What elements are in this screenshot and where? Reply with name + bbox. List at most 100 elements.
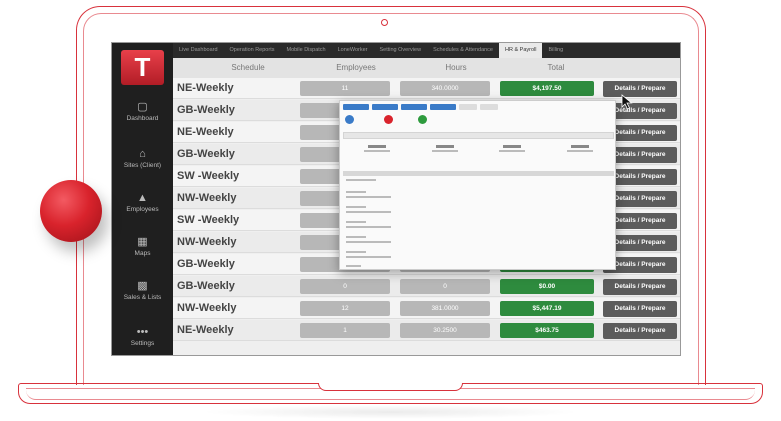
sidebar-item-dashboard[interactable]: ▢ Dashboard [112,100,173,140]
mouse-cursor-icon [621,94,633,110]
header-total: Total [547,63,565,72]
popup-toolbar-button[interactable] [401,104,427,110]
sidebar-item-label: Sites (Client) [123,162,162,169]
tab-hr-payroll[interactable]: HR & Payroll [499,43,543,58]
top-tab-bar: Live Dashboard Operation Reports Mobile … [173,43,680,58]
popup-line [346,221,366,223]
schedule-name: NW-Weekly [177,192,237,204]
tab-operation-reports[interactable]: Operation Reports [224,43,281,58]
tab-loneworker[interactable]: LoneWorker [332,43,374,58]
popup-toolbar-button[interactable] [480,104,498,110]
schedule-name: GB-Weekly [177,280,235,292]
header-schedule: Schedule [231,63,265,72]
popup-stats [343,141,614,161]
details-prepare-button[interactable]: Details / Prepare [603,279,677,295]
person-icon: ▲ [137,192,148,204]
table-row: NE-Weekly 1 30.2500 $463.75 Details / Prepar… [173,320,680,341]
employees-cell: 0 [300,279,390,294]
header-hours: Hours [445,63,467,72]
tab-schedules-attendance[interactable]: Schedules & Attendance [427,43,499,58]
employees-cell: 1 [300,323,390,338]
sidebar-item-sites[interactable]: ⌂ Sites (Client) [112,147,173,187]
total-cell: $5,447.19 [500,301,594,316]
popup-line [346,265,361,267]
popup-line [346,236,366,238]
tab-live-dashboard[interactable]: Live Dashboard [173,43,224,58]
popup-line [346,191,366,193]
tab-billing[interactable]: Billing [542,43,569,58]
schedule-name: SW -Weekly [177,214,240,226]
sidebar: T ▢ Dashboard ⌂ Sites (Client) ▲ Employe… [112,43,173,355]
sidebar-item-label: Dashboard [126,115,159,122]
popup-line [346,206,366,208]
popup-toolbar-button[interactable] [430,104,456,110]
schedule-name: GB-Weekly [177,258,235,270]
schedule-name: SW -Weekly [177,170,240,182]
hours-cell: 340.0000 [400,81,490,96]
sidebar-item-employees[interactable]: ▲ Employees [112,191,173,231]
schedule-name: NW-Weekly [177,236,237,248]
schedule-name: NE-Weekly [177,82,234,94]
popup-line [346,179,376,181]
popup-tab-bar[interactable] [343,132,614,139]
header-employees: Employees [336,63,376,72]
monitor-icon: ▢ [137,101,148,113]
popup-section-header [343,171,614,176]
sidebar-item-settings[interactable]: ••• Settings [112,325,173,355]
tab-mobile-dispatch[interactable]: Mobile Dispatch [280,43,331,58]
popup-toolbar [343,104,498,110]
sidebar-item-maps[interactable]: ▦ Maps [112,235,173,275]
table-row: NW-Weekly 12 381.0000 $5,447.19 Details / Pr… [173,298,680,319]
schedule-name: GB-Weekly [177,148,235,160]
popup-line [346,226,391,228]
popup-line [346,256,391,258]
sidebar-item-label: Employees [126,206,159,213]
table-row: NE-Weekly 11 340.0000 $4,197.50 Details / Pr… [173,78,680,99]
laptop-mockup: T ▢ Dashboard ⌂ Sites (Client) ▲ Employe… [0,0,781,421]
popup-status-blue-icon [345,115,354,124]
employees-cell: 12 [300,301,390,316]
laptop-shadow [200,405,581,419]
popup-toolbar-button[interactable] [459,104,477,110]
popup-stat [495,141,529,161]
details-prepare-button[interactable]: Details / Prepare [603,323,677,339]
sidebar-item-label: Settings [130,340,155,347]
sidebar-item-label: Maps [134,250,151,257]
popup-stat [360,141,394,161]
total-cell: $0.00 [500,279,594,294]
popup-status-green-icon [418,115,427,124]
dots-icon: ••• [136,326,149,338]
chart-icon: ▩ [137,280,148,292]
app-screen: T ▢ Dashboard ⌂ Sites (Client) ▲ Employe… [111,42,681,356]
payroll-details-popup [339,100,616,270]
popup-line [346,251,366,253]
sidebar-item-sales[interactable]: ▩ Sales & Lists [112,279,173,319]
total-cell: $463.75 [500,323,594,338]
total-cell: $4,197.50 [500,81,594,96]
schedule-name: GB-Weekly [177,104,235,116]
sidebar-item-label: Sales & Lists [123,294,162,301]
decorative-red-ball [40,180,102,242]
employees-cell: 11 [300,81,390,96]
popup-toolbar-button[interactable] [372,104,398,110]
camera-dot [381,19,388,26]
popup-stat [428,141,462,161]
popup-line [346,211,391,213]
schedule-name: NW-Weekly [177,302,237,314]
popup-line [346,196,391,198]
table-header: Schedule Employees Hours Total [173,58,680,78]
details-prepare-button[interactable]: Details / Prepare [603,301,677,317]
map-icon: ▦ [137,236,148,248]
popup-stat [563,141,597,161]
schedule-name: NE-Weekly [177,126,234,138]
hours-cell: 0 [400,279,490,294]
app-logo[interactable]: T [121,50,164,85]
hours-cell: 30.2500 [400,323,490,338]
laptop-notch [318,383,463,391]
popup-toolbar-button[interactable] [343,104,369,110]
popup-line [346,241,391,243]
tab-setting-overview[interactable]: Setting Overview [373,43,427,58]
hours-cell: 381.0000 [400,301,490,316]
table-row: GB-Weekly 0 0 $0.00 Details / Prepare [173,276,680,297]
details-prepare-button[interactable]: Details / Prepare [603,81,677,97]
